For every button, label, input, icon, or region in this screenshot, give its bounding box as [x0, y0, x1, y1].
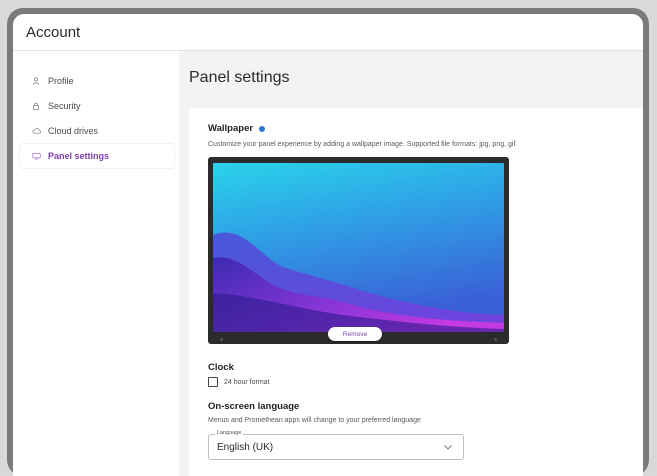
- settings-card: Wallpaper Customize your panel experienc…: [189, 108, 643, 476]
- language-selected-value: English (UK): [217, 441, 274, 453]
- panel-icon: [30, 152, 42, 160]
- bezel-sensor-icon: [494, 337, 497, 341]
- chevron-down-icon: [444, 445, 452, 450]
- wallpaper-title: Wallpaper: [208, 123, 254, 134]
- wallpaper-section-title: Wallpaper: [208, 123, 632, 134]
- sidebar-item-label: Cloud drives: [48, 126, 99, 136]
- sidebar-item-security[interactable]: Security: [20, 94, 174, 118]
- window-body: Profile Security Cloud drives Panel sett…: [13, 51, 643, 476]
- wallpaper-preview: Remove: [208, 157, 509, 344]
- clock-format-option: 24 hour format: [208, 377, 632, 387]
- sidebar-item-label: Profile: [48, 76, 74, 86]
- sidebar-item-label: Panel settings: [48, 151, 110, 161]
- sidebar-item-cloud-drives[interactable]: Cloud drives: [20, 119, 174, 143]
- page-title: Panel settings: [189, 69, 290, 86]
- lock-icon: [30, 102, 42, 110]
- cloud-icon: [30, 127, 42, 135]
- window-title: Account: [13, 14, 643, 51]
- account-window: Account Profile Security Cloud drives Pa…: [13, 14, 643, 476]
- wallpaper-image: [213, 163, 504, 332]
- language-description: Menus and Promethean apps will change to…: [208, 417, 421, 424]
- wallpaper-description: Customize your panel experience by addin…: [208, 141, 516, 148]
- sidebar-item-label: Security: [48, 101, 81, 111]
- bezel-sensor-icon: [220, 337, 223, 341]
- language-section-title: On-screen language: [208, 401, 300, 412]
- clock-section-title: Clock: [208, 362, 234, 373]
- person-icon: [30, 77, 42, 85]
- sidebar: Profile Security Cloud drives Panel sett…: [13, 51, 179, 476]
- info-dot-icon[interactable]: [259, 125, 266, 132]
- sidebar-item-panel-settings[interactable]: Panel settings: [20, 144, 174, 168]
- language-select[interactable]: Language English (UK): [208, 430, 464, 460]
- device-frame: Account Profile Security Cloud drives Pa…: [7, 8, 649, 476]
- 24-hour-format-checkbox[interactable]: [208, 377, 218, 387]
- 24-hour-format-label: 24 hour format: [224, 378, 270, 386]
- main-content: Panel settings Wallpaper Customize your …: [179, 51, 643, 476]
- language-field-label: Language: [215, 430, 244, 436]
- monitor-bezel: [220, 336, 497, 342]
- sidebar-item-profile[interactable]: Profile: [20, 69, 174, 93]
